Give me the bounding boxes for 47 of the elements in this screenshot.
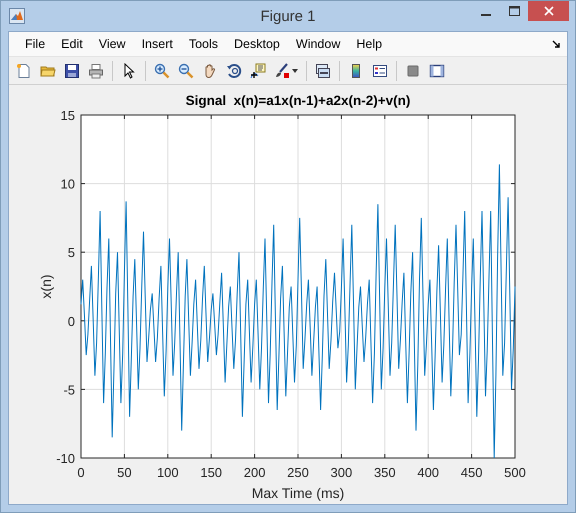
tick-label: 0 bbox=[77, 465, 85, 480]
tick-label: -5 bbox=[63, 382, 75, 398]
tick-label: 300 bbox=[330, 465, 352, 480]
y-axis-label: x(n) bbox=[38, 274, 54, 299]
legend-icon[interactable] bbox=[372, 62, 388, 78]
tick-label: 50 bbox=[117, 465, 132, 480]
zoom-in-icon[interactable] bbox=[154, 62, 170, 78]
tick-label: 450 bbox=[460, 465, 482, 480]
brush-icon[interactable] bbox=[274, 62, 290, 78]
menu-item[interactable]: Desktop bbox=[226, 34, 288, 54]
square-icon[interactable] bbox=[405, 62, 421, 78]
menu-item[interactable]: Insert bbox=[134, 34, 181, 54]
menu-item[interactable]: Window bbox=[288, 34, 348, 54]
menu-item[interactable]: File bbox=[17, 34, 54, 54]
chart-title: Signal x(n)=a1x(n-1)+a2x(n-2)+v(n) bbox=[186, 93, 410, 108]
rotate-icon[interactable] bbox=[226, 62, 242, 78]
tick-label: -10 bbox=[56, 451, 75, 466]
tick-label: 500 bbox=[504, 465, 526, 480]
menu-item[interactable]: Edit bbox=[53, 34, 91, 54]
close-icon bbox=[544, 6, 554, 16]
tick-label: 150 bbox=[200, 465, 222, 480]
tick-label: 350 bbox=[374, 465, 396, 480]
window-title: Figure 1 bbox=[260, 8, 316, 25]
menu-item[interactable]: Help bbox=[348, 34, 390, 54]
menu-item[interactable]: View bbox=[90, 34, 134, 54]
panel-window-icon[interactable] bbox=[429, 62, 445, 78]
data-tip-icon[interactable] bbox=[250, 62, 266, 78]
tick-label: 200 bbox=[244, 465, 266, 480]
tick-label: 100 bbox=[156, 465, 179, 480]
close-button[interactable] bbox=[528, 1, 569, 21]
dock-arrow-icon[interactable] bbox=[552, 40, 561, 48]
minimize-icon bbox=[481, 14, 491, 16]
x-axis-label: Max Time (ms) bbox=[252, 485, 344, 501]
maximize-icon bbox=[508, 6, 520, 16]
tick-label: 10 bbox=[60, 176, 75, 192]
app-logo-icon bbox=[9, 8, 25, 24]
tick-label: 0 bbox=[68, 314, 75, 329]
tick-label: 5 bbox=[68, 245, 75, 260]
caret-icon[interactable] bbox=[292, 68, 298, 72]
tick-label: 400 bbox=[417, 465, 440, 480]
tick-label: 15 bbox=[60, 108, 75, 123]
linked-plot-icon[interactable] bbox=[315, 62, 331, 78]
tick-label: 250 bbox=[287, 465, 309, 480]
menu-item[interactable]: Tools bbox=[180, 34, 226, 54]
new-file-icon[interactable] bbox=[16, 62, 32, 78]
printer-icon[interactable] bbox=[88, 62, 104, 78]
zoom-out-icon[interactable] bbox=[178, 62, 194, 78]
